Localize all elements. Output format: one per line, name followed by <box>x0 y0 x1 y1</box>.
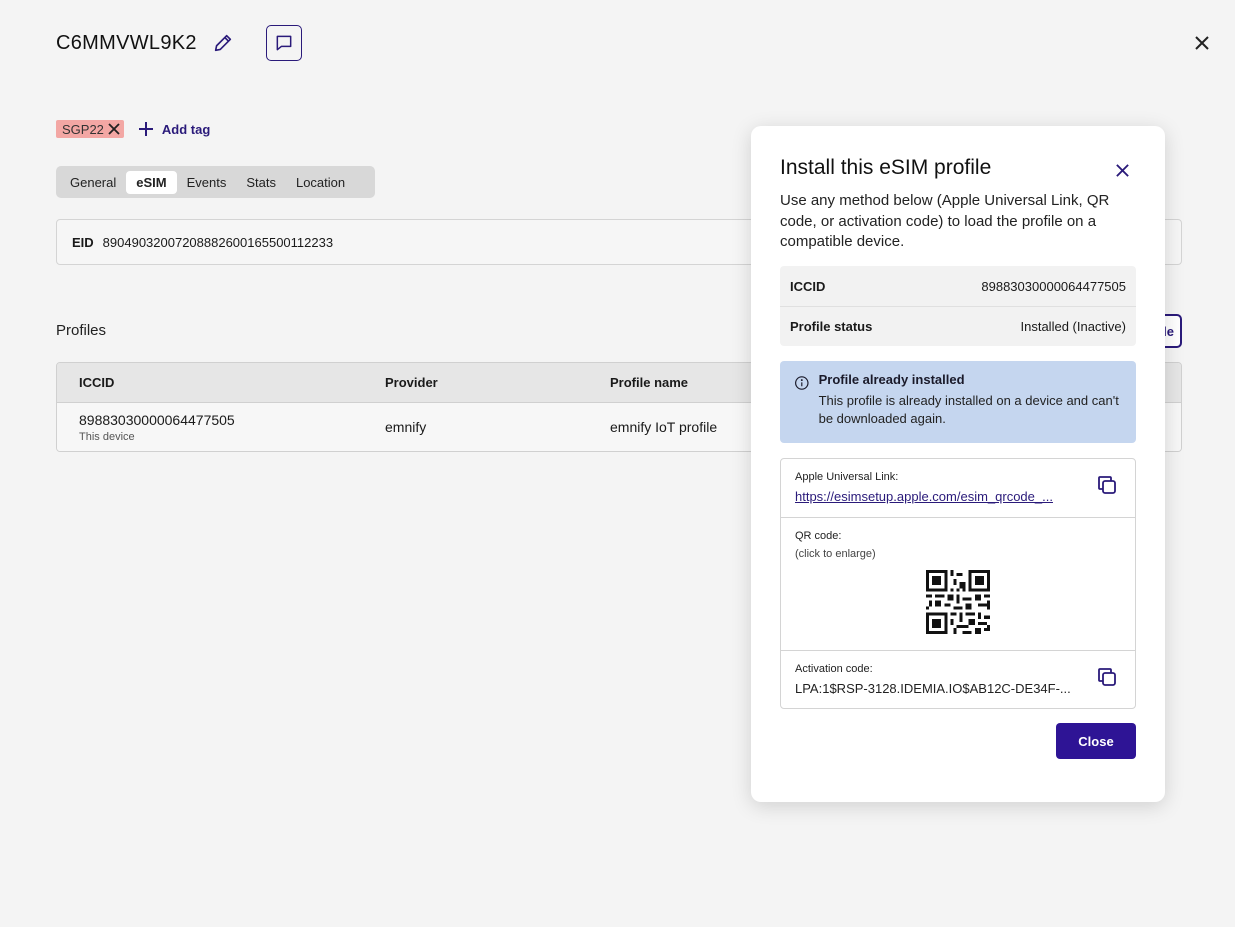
modal-description: Use any method below (Apple Universal Li… <box>780 192 1110 250</box>
chat-bubble-icon <box>276 35 292 51</box>
tag-chip[interactable]: SGP22 <box>56 120 124 138</box>
activation-code-value: LPA:1$RSP-3128.IDEMIA.IO$AB12C-DE34F-... <box>795 681 1071 696</box>
page-header: C6MMVWL9K2 <box>56 25 302 61</box>
install-esim-modal: Install this eSIM profile Use any method… <box>751 126 1165 802</box>
iccid-value: 89883030000064477505 <box>79 411 235 428</box>
add-tag-button[interactable]: Add tag <box>138 121 210 137</box>
comment-button[interactable] <box>265 25 302 61</box>
qr-label: QR code: <box>795 530 842 542</box>
info-alert: Profile already installed This profile i… <box>780 361 1136 443</box>
tag-bar: SGP22 Add tag <box>56 120 210 138</box>
info-value: Installed (Inactive) <box>1020 319 1127 334</box>
modal-close-icon[interactable] <box>1110 158 1134 182</box>
close-page-icon[interactable] <box>1190 31 1214 55</box>
column-header-provider: Provider <box>385 375 438 390</box>
modal-close-button[interactable]: Close <box>1056 723 1136 759</box>
copy-icon[interactable] <box>1095 473 1119 497</box>
info-label: ICCID <box>790 278 826 294</box>
info-value: 89883030000064477505 <box>981 278 1126 294</box>
tab-stats[interactable]: Stats <box>236 171 286 194</box>
info-row: ICCID 89883030000064477505 <box>780 266 1136 306</box>
iccid-cell: 89883030000064477505 This device <box>79 412 235 443</box>
activation-code-section: Activation code: LPA:1$RSP-3128.IDEMIA.I… <box>781 650 1135 708</box>
copy-icon[interactable] <box>1095 665 1119 689</box>
tab-bar: General eSIM Events Stats Location <box>56 166 375 198</box>
activation-label: Activation code: <box>795 663 873 675</box>
column-header-iccid: ICCID <box>79 375 115 390</box>
tab-events[interactable]: Events <box>177 171 237 194</box>
qr-hint: (click to enlarge) <box>795 548 876 560</box>
apple-link-label: Apple Universal Link: <box>795 471 899 483</box>
profile-info-table: ICCID 89883030000064477505 Profile statu… <box>780 266 1136 346</box>
edit-pencil-icon[interactable] <box>211 31 235 55</box>
qr-section: QR code: (click to enlarge) <box>781 517 1135 650</box>
tab-esim[interactable]: eSIM <box>126 170 177 194</box>
modal-title: Install this eSIM profile <box>780 156 992 179</box>
add-tag-label: Add tag <box>161 121 211 137</box>
profiles-title: Profiles <box>56 322 107 339</box>
remove-tag-icon[interactable] <box>108 123 120 135</box>
profile-name-cell: emnify IoT profile <box>610 419 718 435</box>
eid-label: EID <box>72 234 94 250</box>
apple-link[interactable]: https://esimsetup.apple.com/esim_qrcode_… <box>795 489 1079 504</box>
info-circle-icon <box>795 376 809 390</box>
provider-cell: emnify <box>385 419 427 435</box>
tab-general[interactable]: General <box>60 171 126 194</box>
eid-value: 89049032007208882600165500112233 <box>102 234 334 250</box>
alert-title: Profile already installed <box>818 372 965 387</box>
tab-location[interactable]: Location <box>286 171 355 194</box>
iccid-note: This device <box>79 430 135 443</box>
column-header-profile-name: Profile name <box>610 375 689 390</box>
tag-label: SGP22 <box>62 121 104 137</box>
plus-icon <box>138 122 153 136</box>
page-title: C6MMVWL9K2 <box>56 31 197 54</box>
alert-text: This profile is already installed on a d… <box>818 393 1119 426</box>
info-label: Profile status <box>790 319 873 334</box>
qr-code-image[interactable] <box>926 570 990 634</box>
info-row: Profile status Installed (Inactive) <box>780 306 1136 346</box>
apple-link-section: Apple Universal Link: https://esimsetup.… <box>781 459 1135 517</box>
install-methods: Apple Universal Link: https://esimsetup.… <box>780 458 1136 709</box>
